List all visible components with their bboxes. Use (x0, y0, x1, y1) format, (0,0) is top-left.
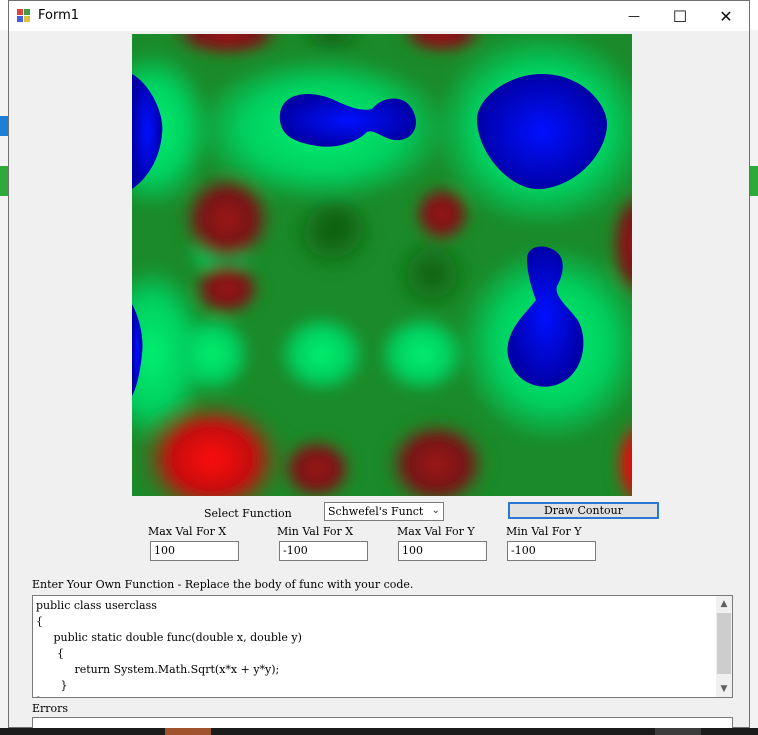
maximize-button[interactable]: ☐ (657, 1, 703, 31)
contour-plot (132, 34, 632, 496)
function-select-value: Schwefel's Funct (328, 505, 424, 518)
chevron-down-icon: ⌄ (431, 505, 440, 516)
scroll-thumb[interactable] (717, 613, 731, 674)
background-desktop-left (0, 30, 8, 735)
window-title: Form1 (38, 8, 80, 23)
max-x-label: Max Val For X (148, 525, 227, 538)
title-bar[interactable]: Form1 — ☐ ✕ (9, 1, 749, 31)
app-icon (17, 9, 30, 22)
select-function-label: Select Function (204, 507, 292, 520)
minimize-button[interactable]: — (611, 1, 657, 31)
taskbar-item[interactable] (165, 728, 211, 735)
min-x-input[interactable]: -100 (279, 541, 368, 561)
form-window: Form1 — ☐ ✕ Select Function Schwefel's F… (8, 0, 750, 729)
background-desktop-right (750, 30, 758, 735)
min-y-input[interactable]: -100 (507, 541, 596, 561)
editor-label: Enter Your Own Function - Replace the bo… (32, 578, 414, 591)
minimize-icon: — (628, 9, 640, 23)
max-y-label: Max Val For Y (397, 525, 475, 538)
draw-contour-button[interactable]: Draw Contour (508, 502, 659, 519)
maximize-icon: ☐ (672, 6, 688, 26)
close-button[interactable]: ✕ (703, 1, 749, 31)
max-y-input[interactable]: 100 (398, 541, 487, 561)
close-icon: ✕ (719, 6, 733, 26)
code-editor[interactable]: public class userclass { public static d… (32, 595, 733, 698)
errors-label: Errors (32, 702, 69, 715)
scroll-down-icon[interactable]: ▼ (716, 681, 732, 697)
min-y-label: Min Val For Y (506, 525, 582, 538)
function-select[interactable]: Schwefel's Funct ⌄ (324, 502, 444, 521)
code-text[interactable]: public class userclass { public static d… (33, 596, 732, 697)
taskbar (0, 728, 758, 735)
min-x-label: Min Val For X (277, 525, 354, 538)
taskbar-item[interactable] (655, 728, 701, 735)
scroll-up-icon[interactable]: ▲ (716, 596, 732, 612)
code-scrollbar[interactable]: ▲ ▼ (716, 596, 732, 697)
max-x-input[interactable]: 100 (150, 541, 239, 561)
